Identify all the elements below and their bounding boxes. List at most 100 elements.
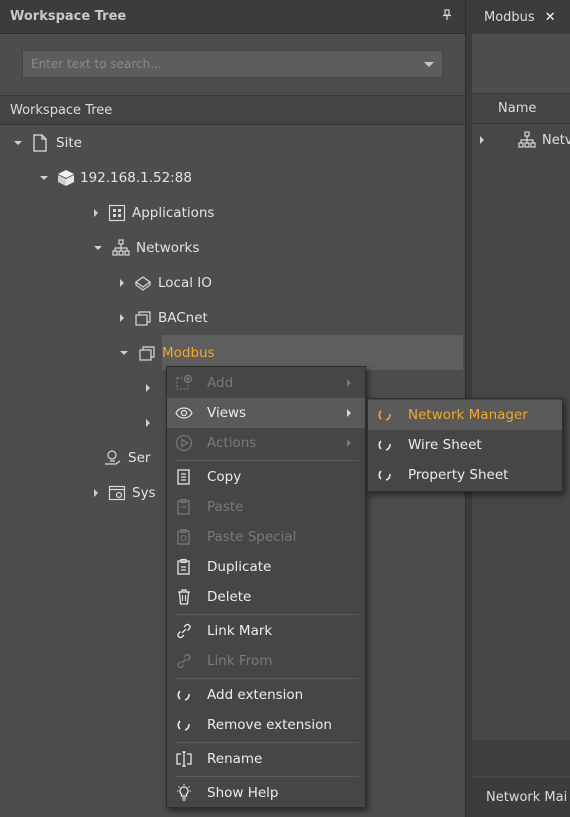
cube-icon xyxy=(56,169,74,187)
menu-item-label: Copy xyxy=(207,469,242,485)
menu-item-show-help[interactable]: Show Help xyxy=(167,778,365,808)
chevron-down-icon[interactable] xyxy=(424,61,434,67)
chevron-right-icon xyxy=(347,379,351,387)
tree-node-applications[interactable]: Applications xyxy=(0,195,463,230)
menu-item-paste[interactable]: Paste xyxy=(167,492,365,522)
play-icon xyxy=(175,434,193,452)
tab-label: Modbus xyxy=(484,9,535,25)
tree-node-label: Ser xyxy=(128,449,151,466)
menu-item-label: Link From xyxy=(207,653,273,669)
menu-separator xyxy=(175,776,359,777)
duplicate-icon xyxy=(175,558,193,576)
paste-special-icon xyxy=(175,528,193,546)
expand-caret-icon[interactable] xyxy=(94,245,102,250)
tree-node-label: Applications xyxy=(132,204,215,221)
menu-item-link-mark[interactable]: Link Mark xyxy=(167,616,365,646)
menu-item-rename[interactable]: Rename xyxy=(167,744,365,774)
expand-caret-icon[interactable] xyxy=(120,313,124,322)
menu-item-add-extension[interactable]: Add extension xyxy=(167,680,365,710)
expand-caret-icon[interactable] xyxy=(14,140,22,145)
menu-item-label: Link Mark xyxy=(207,623,273,639)
views-submenu: Network Manager Wire Sheet Property Shee… xyxy=(367,398,563,492)
expand-caret-icon[interactable] xyxy=(480,136,484,144)
device-stack-icon xyxy=(138,344,156,362)
tree-node-networks[interactable]: Networks xyxy=(0,230,463,265)
tree-node-modbus[interactable]: Modbus xyxy=(0,335,215,370)
expand-caret-icon[interactable] xyxy=(146,418,150,427)
submenu-item-wire-sheet[interactable]: Wire Sheet xyxy=(368,430,562,460)
expand-caret-icon[interactable] xyxy=(94,208,98,217)
expand-caret-icon[interactable] xyxy=(120,278,124,287)
search-input[interactable] xyxy=(31,57,411,71)
submenu-item-label: Property Sheet xyxy=(408,467,509,483)
panel-header: Workspace Tree xyxy=(0,0,465,34)
menu-item-label: Add xyxy=(207,375,234,391)
copy-icon xyxy=(175,468,193,486)
menu-item-label: Rename xyxy=(207,751,263,767)
expand-caret-icon[interactable] xyxy=(94,488,98,497)
column-header-name[interactable]: Name xyxy=(472,94,570,124)
menu-item-label: Duplicate xyxy=(207,559,272,575)
menu-item-add[interactable]: Add xyxy=(167,368,365,398)
add-icon xyxy=(175,374,193,392)
view-toolbar xyxy=(472,34,570,94)
tree-node-services[interactable]: Ser xyxy=(0,440,150,475)
tree-node-system[interactable]: Sys xyxy=(0,475,156,510)
device-stack-icon xyxy=(134,309,152,327)
submenu-item-label: Wire Sheet xyxy=(408,437,482,453)
tree-column-header: Workspace Tree xyxy=(0,96,465,125)
menu-item-copy[interactable]: Copy xyxy=(167,462,365,492)
menu-item-actions[interactable]: Actions xyxy=(167,428,365,458)
menu-item-link-from[interactable]: Link From xyxy=(167,646,365,676)
tree-node-local-io[interactable]: Local IO xyxy=(0,265,463,300)
menu-item-views[interactable]: Views xyxy=(167,398,365,428)
tree-node-station[interactable]: 192.168.1.52:88 xyxy=(0,160,463,195)
tab-modbus[interactable]: Modbus ✕ xyxy=(472,0,570,34)
row-label: Netv xyxy=(542,132,570,148)
tree-node-child[interactable] xyxy=(0,370,150,405)
tree-node-label: BACnet xyxy=(158,309,208,326)
tree-node-label: Modbus xyxy=(162,344,215,361)
tree-node-bacnet[interactable]: BACnet xyxy=(0,300,463,335)
tree-node-site[interactable]: Site xyxy=(0,125,463,160)
tree-node-label: Sys xyxy=(132,484,156,501)
tree-node-child[interactable] xyxy=(0,405,150,440)
system-icon xyxy=(108,484,126,502)
help-bulb-icon xyxy=(175,784,193,802)
status-bar xyxy=(472,740,570,776)
menu-item-label: Delete xyxy=(207,589,252,605)
submenu-item-network-manager[interactable]: Network Manager xyxy=(368,400,562,430)
chevron-right-icon xyxy=(347,439,351,447)
submenu-item-label: Network Manager xyxy=(408,407,528,423)
menu-separator xyxy=(175,742,359,743)
menu-item-paste-special[interactable]: Paste Special xyxy=(167,522,365,552)
close-icon[interactable]: ✕ xyxy=(545,10,556,25)
link-icon xyxy=(175,652,193,670)
expand-caret-icon[interactable] xyxy=(146,383,150,392)
local-io-icon xyxy=(134,274,152,292)
search-box[interactable] xyxy=(22,50,443,78)
panel-title: Workspace Tree xyxy=(10,9,127,24)
context-menu: Add Views Actions Copy Paste Paste Speci… xyxy=(166,366,366,808)
tab-network-manager[interactable]: Network Mai xyxy=(472,778,570,817)
search-area xyxy=(0,34,465,96)
menu-item-remove-extension[interactable]: Remove extension xyxy=(167,710,365,740)
extension-icon xyxy=(175,686,193,704)
menu-item-label: Add extension xyxy=(207,687,304,703)
paste-icon xyxy=(175,498,193,516)
tree-node-label: Site xyxy=(56,134,82,151)
expand-caret-icon[interactable] xyxy=(40,175,48,180)
page-icon xyxy=(32,133,50,152)
menu-item-label: Show Help xyxy=(207,785,279,801)
applications-icon xyxy=(108,204,126,222)
tree-node-label: 192.168.1.52:88 xyxy=(80,169,192,186)
pin-icon[interactable] xyxy=(439,9,455,24)
submenu-item-property-sheet[interactable]: Property Sheet xyxy=(368,460,562,490)
expand-caret-icon[interactable] xyxy=(120,350,128,355)
menu-item-duplicate[interactable]: Duplicate xyxy=(167,552,365,582)
menu-item-delete[interactable]: Delete xyxy=(167,582,365,612)
table-row[interactable]: Netv xyxy=(472,124,570,156)
tree-node-label: Networks xyxy=(136,239,200,256)
menu-separator xyxy=(175,678,359,679)
chevron-right-icon xyxy=(347,409,351,417)
